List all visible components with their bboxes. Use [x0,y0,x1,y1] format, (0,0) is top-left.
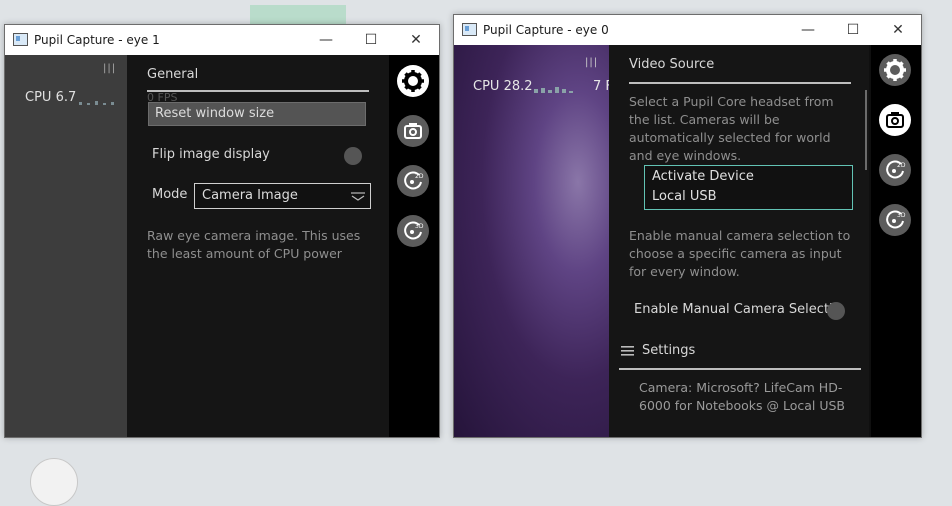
minimize-button[interactable]: — [314,30,338,50]
app-icon [462,23,477,36]
minimize-button[interactable]: — [796,20,820,40]
window-eye0[interactable]: Pupil Capture - eye 0 — ☐ ✕ CPU 28.2 7 F… [453,14,922,438]
titlebar-eye1[interactable]: Pupil Capture - eye 1 — ☐ ✕ [5,25,439,55]
camera-icon [886,112,904,128]
gear-icon [402,70,424,92]
detector-2d-button[interactable]: 2D [879,154,911,186]
reset-window-size-button[interactable]: Reset window size [148,102,366,126]
close-button[interactable]: ✕ [404,30,428,50]
menu-title: Video Source [629,57,715,72]
settings-section-label[interactable]: Settings [642,343,695,358]
detector-3d-icon: 3D [886,210,906,229]
general-settings-button[interactable] [397,65,429,97]
menu-title: General [147,67,199,82]
mode-description: Raw eye camera image. This uses the leas… [147,228,361,261]
mode-select-value: Camera Image [202,188,298,203]
gear-icon [884,59,906,81]
flip-image-toggle[interactable] [344,147,362,165]
svg-text:2D: 2D [897,162,906,169]
intro-text: Select a Pupil Core headset from the lis… [629,94,834,163]
mode-select[interactable]: Camera Image [194,183,371,209]
manual-camera-toggle-label: Enable Manual Camera Selecti [634,302,833,317]
menu-grip[interactable]: ||| [103,63,116,74]
background-circle [30,458,78,506]
eye1-content: CPU 6.7 ||| General 0 FPS Reset window s… [5,55,439,437]
window-title: Pupil Capture - eye 0 [483,23,609,37]
icon-bar: 2D 3D [389,55,439,437]
dropdown-arrow-icon [351,192,365,201]
maximize-button[interactable]: ☐ [359,30,383,50]
video-source-button[interactable] [397,115,429,147]
manual-selection-text: Enable manual camera selection to choose… [629,228,851,279]
general-settings-button[interactable] [879,54,911,86]
eye-image-view [454,45,609,437]
detector-2d-button[interactable]: 2D [397,165,429,197]
titlebar-eye0[interactable]: Pupil Capture - eye 0 — ☐ ✕ [454,15,921,45]
manual-camera-toggle[interactable] [827,302,845,320]
activate-device-label: Activate Device [652,169,754,184]
detector-3d-icon: 3D [404,221,424,240]
camera-info: Camera: Microsoft? LifeCam HD-6000 for N… [639,380,845,413]
scrollbar[interactable] [865,90,867,170]
eye-image-view [5,55,127,437]
title-divider [147,90,369,92]
window-eye1[interactable]: Pupil Capture - eye 1 — ☐ ✕ CPU 6.7 ||| … [4,24,440,438]
title-divider [629,82,851,84]
svg-text:3D: 3D [897,212,906,219]
activate-device-value: Local USB [652,189,717,204]
maximize-button[interactable]: ☐ [841,20,865,40]
mode-label: Mode [152,187,188,202]
settings-divider [619,368,861,370]
hamburger-icon[interactable] [621,345,635,357]
close-button[interactable]: ✕ [886,20,910,40]
detector-2d-icon: 2D [886,160,906,179]
detector-2d-icon: 2D [404,171,424,190]
cpu-label: CPU 28.2 [473,79,533,94]
cpu-graph [534,87,573,93]
svg-text:2D: 2D [415,173,424,180]
eye0-content: CPU 28.2 7 FPS ||| Video Source Select a… [454,45,921,437]
settings-panel: General 0 FPS Reset window size Flip ima… [127,55,389,437]
menu-grip[interactable]: ||| [585,57,598,68]
svg-text:3D: 3D [415,223,424,230]
icon-bar: 2D 3D [871,45,921,437]
video-source-button[interactable] [879,104,911,136]
app-icon [13,33,28,46]
camera-icon [404,123,422,139]
detector-3d-button[interactable]: 3D [397,215,429,247]
settings-panel: Video Source Select a Pupil Core headset… [609,45,869,437]
activate-device-select[interactable]: Activate Device Local USB [644,165,853,210]
window-title: Pupil Capture - eye 1 [34,33,160,47]
flip-image-label: Flip image display [152,147,270,162]
cpu-label: CPU 6.7 [25,90,77,105]
detector-3d-button[interactable]: 3D [879,204,911,236]
